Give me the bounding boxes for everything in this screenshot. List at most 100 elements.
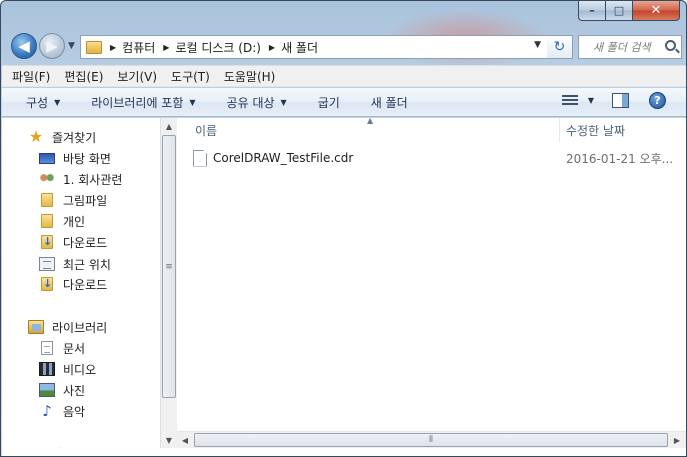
- sidebar-favorites[interactable]: ★ 즐겨찾기: [28, 127, 160, 147]
- command-bar: 구성 ▼ 라이브러리에 포함 ▼ 공유 대상 ▼ 굽기 새 폴더 ▼ ?: [2, 88, 686, 117]
- scrollbar-thumb[interactable]: ⦀: [194, 433, 668, 447]
- scroll-left-icon[interactable]: ◀: [177, 432, 193, 448]
- sidebar-item-pictures[interactable]: 사진: [39, 380, 160, 400]
- menu-help[interactable]: 도움말(H): [224, 68, 276, 85]
- sidebar-item-label: 음악: [63, 404, 86, 419]
- scroll-down-icon[interactable]: ▼: [161, 432, 177, 448]
- desktop-icon: [39, 152, 55, 164]
- column-header-name[interactable]: 이름: [195, 118, 217, 142]
- new-folder-button[interactable]: 새 폴더: [371, 94, 408, 111]
- menu-tools[interactable]: 도구(T): [171, 68, 210, 85]
- pictures-icon: [39, 383, 55, 397]
- address-dropdown-icon[interactable]: ▼: [534, 40, 541, 50]
- scrollbar-thumb[interactable]: ≡: [162, 135, 176, 398]
- share-with-button[interactable]: 공유 대상 ▼: [227, 94, 287, 111]
- search-placeholder: 새 폴더 검색: [593, 41, 651, 54]
- chevron-down-icon: ▼: [189, 97, 196, 107]
- organize-button[interactable]: 구성 ▼: [26, 94, 60, 111]
- forward-button[interactable]: ▶: [39, 33, 65, 59]
- help-icon[interactable]: ?: [649, 92, 666, 109]
- view-controls: ▼ ?: [561, 92, 666, 109]
- sidebar-item-label: 그림파일: [63, 193, 108, 208]
- column-divider[interactable]: [559, 118, 560, 142]
- navigation-pane: ★ 즐겨찾기 바탕 화면 1. 회사관련 그림파일 개인 다운로드 최근 위치: [2, 118, 160, 456]
- navigation-pane-scrollbar[interactable]: ▲ ≡ ▼: [160, 118, 177, 456]
- users-icon: [39, 172, 55, 186]
- sidebar-item-pictures-folder[interactable]: 그림파일: [39, 190, 160, 210]
- sidebar-item-downloads-2[interactable]: 다운로드: [39, 274, 160, 294]
- file-row[interactable]: CorelDRAW_TestFile.cdr 2016-01-21 오후...: [193, 147, 686, 169]
- file-date: 2016-01-21 오후...: [566, 151, 674, 166]
- sidebar-item-label: 1. 회사관련: [63, 172, 123, 187]
- scroll-right-icon[interactable]: ▶: [669, 432, 685, 448]
- burn-button[interactable]: 굽기: [318, 94, 340, 111]
- sidebar-item-label: 최근 위치: [63, 257, 111, 272]
- sidebar-item-label: 즐겨찾기: [52, 130, 97, 145]
- sidebar-item-label: 다운로드: [63, 277, 108, 292]
- recent-pages-dropdown[interactable]: ▼: [68, 41, 75, 51]
- breadcrumb-local-disk[interactable]: 로컬 디스크 (D:): [175, 39, 260, 56]
- back-button[interactable]: ◀: [11, 33, 37, 59]
- file-list-horizontal-scrollbar[interactable]: ◀ ⦀ ▶: [177, 431, 686, 448]
- downloads-folder-icon: [41, 277, 53, 291]
- sidebar-item-recent-places[interactable]: 최근 위치: [39, 254, 160, 274]
- sidebar-item-label: 개인: [63, 214, 86, 229]
- sidebar-item-label: 바탕 화면: [63, 151, 111, 166]
- chevron-down-icon: ▼: [280, 97, 287, 107]
- navigation-row: ◀ ▶ ▼ ▶ 컴퓨터 ▶ 로컬 디스크 (D:) ▶ 새 폴더 ▼ ↻ 새 폴…: [7, 33, 683, 61]
- sidebar-item-music[interactable]: ♪ 음악: [39, 401, 160, 421]
- minimize-button[interactable]: –: [578, 1, 606, 21]
- sidebar-item-desktop[interactable]: 바탕 화면: [39, 148, 160, 168]
- library-icon: [28, 320, 44, 334]
- preview-pane-icon[interactable]: [612, 93, 629, 108]
- sidebar-item-downloads[interactable]: 다운로드: [39, 232, 160, 252]
- breadcrumb-computer[interactable]: 컴퓨터: [122, 39, 155, 56]
- breadcrumb-new-folder[interactable]: 새 폴더: [281, 39, 318, 56]
- sidebar-item-videos[interactable]: 비디오: [39, 359, 160, 379]
- column-header-date-modified[interactable]: 수정한 날짜: [566, 118, 625, 142]
- sidebar-libraries[interactable]: 라이브러리: [28, 317, 160, 337]
- breadcrumb-separator-icon[interactable]: ▶: [269, 43, 275, 52]
- recent-places-icon: [39, 257, 55, 271]
- sidebar-item-label: 비디오: [63, 362, 97, 377]
- close-button[interactable]: ✕: [633, 1, 680, 21]
- include-in-library-label: 라이브러리에 포함: [91, 95, 184, 110]
- breadcrumb-separator-icon[interactable]: ▶: [163, 43, 169, 52]
- refresh-button[interactable]: ↻: [547, 35, 573, 59]
- folder-icon: [86, 40, 102, 54]
- file-list: ▲ 이름 수정한 날짜 CorelDRAW_TestFile.cdr 2016-…: [177, 116, 686, 456]
- maximize-button[interactable]: □: [606, 1, 633, 21]
- chevron-down-icon: ▼: [54, 97, 61, 107]
- sidebar-item-label: 사진: [63, 383, 86, 398]
- folder-icon: [41, 214, 53, 228]
- search-input[interactable]: 새 폴더 검색: [578, 35, 682, 59]
- caption-buttons: – □ ✕: [578, 1, 680, 21]
- sidebar-item-documents[interactable]: 문서: [39, 338, 160, 358]
- menu-view[interactable]: 보기(V): [117, 68, 157, 85]
- folder-icon: [41, 193, 53, 207]
- sidebar-item-company[interactable]: 1. 회사관련: [39, 169, 160, 189]
- address-bar[interactable]: ▶ 컴퓨터 ▶ 로컬 디스크 (D:) ▶ 새 폴더 ▼: [80, 35, 548, 59]
- documents-icon: [41, 341, 53, 355]
- view-options-dropdown-icon[interactable]: ▼: [588, 96, 594, 105]
- star-icon: ★: [28, 127, 44, 146]
- scroll-up-icon[interactable]: ▲: [161, 118, 177, 134]
- music-icon: ♪: [42, 402, 52, 420]
- share-with-label: 공유 대상: [226, 95, 275, 110]
- breadcrumb-separator-icon[interactable]: ▶: [110, 43, 116, 52]
- include-in-library-button[interactable]: 라이브러리에 포함 ▼: [91, 94, 195, 111]
- menu-bar: 파일(F) 편집(E) 보기(V) 도구(T) 도움말(H): [2, 65, 686, 87]
- search-icon[interactable]: [665, 40, 676, 51]
- explorer-window: – □ ✕ ◀ ▶ ▼ ▶ 컴퓨터 ▶ 로컬 디스크 (D:) ▶ 새 폴더 ▼…: [0, 0, 687, 457]
- status-strip: [2, 448, 686, 456]
- menu-edit[interactable]: 편집(E): [64, 68, 103, 85]
- change-view-icon[interactable]: [561, 94, 580, 108]
- menu-file[interactable]: 파일(F): [12, 68, 50, 85]
- sidebar-item-label: 다운로드: [63, 235, 108, 250]
- downloads-folder-icon: [41, 235, 53, 249]
- video-icon: [39, 362, 55, 376]
- organize-label: 구성: [26, 95, 49, 110]
- sidebar-item-label: 문서: [63, 341, 86, 356]
- file-icon: [193, 149, 207, 167]
- sidebar-item-personal[interactable]: 개인: [39, 211, 160, 231]
